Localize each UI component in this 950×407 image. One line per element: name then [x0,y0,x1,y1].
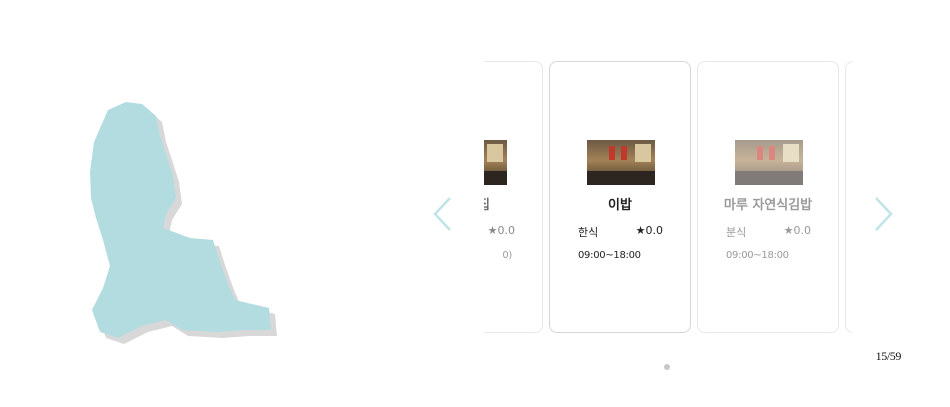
restaurant-rating: ★0.0 [783,224,811,237]
restaurant-thumbnail [587,140,655,185]
district-map-shape[interactable] [70,90,290,350]
restaurant-card[interactable]: 마루 자연식김밥 분식 ★0.0 09:00~18:00 [697,61,839,333]
restaurant-name: 이밥 [608,198,632,213]
carousel-pagination-dot[interactable] [664,364,670,370]
restaurant-hours: 09:00~18:00 [726,250,789,261]
chevron-right-icon [875,197,893,231]
restaurant-hours: 09:00~18:00 [578,250,641,261]
chevron-left-icon [433,197,451,231]
restaurant-category: 한식 [578,226,599,239]
restaurant-rating: ★0.0 [487,224,515,237]
carousel-next-button[interactable] [874,196,894,232]
restaurant-card[interactable]: 원빵집 ★0.0 0) [484,61,543,333]
restaurant-hours: 0) [502,250,512,261]
restaurant-name: 원빵집 [484,194,542,213]
carousel-prev-button[interactable] [432,196,452,232]
restaurant-thumbnail [735,140,803,185]
restaurant-map-carousel: 원빵집 ★0.0 0) 이밥 한식 ★0.0 09:00~18:00 마루 자연… [0,0,950,407]
restaurant-card[interactable] [845,61,852,333]
restaurant-category: 분식 [726,226,747,239]
page-counter: 15/59 [875,349,902,363]
restaurant-carousel: 원빵집 ★0.0 0) 이밥 한식 ★0.0 09:00~18:00 마루 자연… [484,60,852,338]
restaurant-thumbnail [484,140,507,185]
district-map[interactable] [70,90,290,350]
restaurant-rating: ★0.0 [635,224,663,237]
carousel-track: 원빵집 ★0.0 0) 이밥 한식 ★0.0 09:00~18:00 마루 자연… [484,61,852,335]
restaurant-card[interactable]: 이밥 한식 ★0.0 09:00~18:00 [549,61,691,333]
restaurant-name: 마루 자연식김밥 [723,198,813,213]
